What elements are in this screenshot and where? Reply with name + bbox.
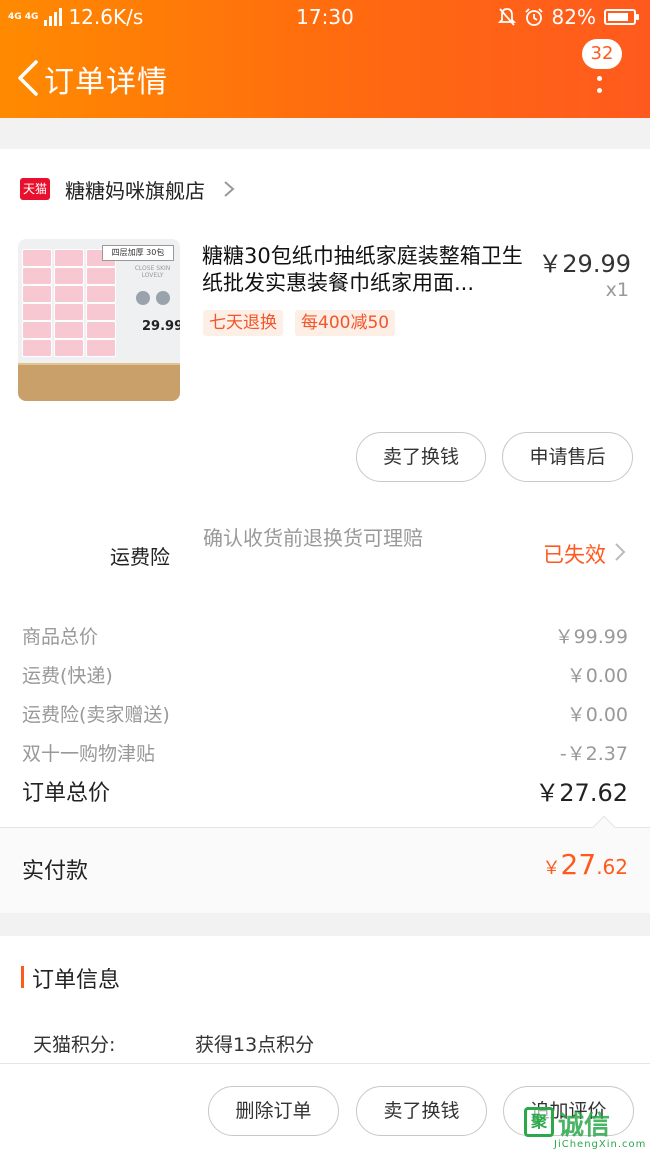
tissue-pack [54, 321, 84, 339]
product-tags: 七天退换 每400减50 [203, 310, 396, 336]
tag-seven-day-return: 七天退换 [203, 310, 283, 336]
fee-value: -￥2.37 [559, 743, 628, 765]
shop-row[interactable]: 天猫 糖糖妈咪旗舰店 [20, 174, 235, 204]
more-dots-icon [597, 64, 603, 100]
app-header: 4G 4G 12.6K/s 17:30 82% 订单详情 32 [0, 0, 650, 118]
paid-amount-section: 实付款 ￥27.62 [0, 815, 650, 913]
fee-value: ￥0.00 [566, 704, 628, 726]
tissue-pack [86, 321, 116, 339]
chevron-right-icon [224, 181, 235, 197]
sell-for-cash-button[interactable]: 卖了换钱 [356, 432, 486, 482]
product-price: ￥29.99 [538, 250, 631, 278]
section-accent-bar [21, 966, 24, 988]
info-value: 获得13点积分 [195, 1034, 315, 1056]
page-title: 订单详情 [44, 65, 168, 100]
product-image-label: 四层加厚 30包 [102, 245, 174, 261]
paid-integer: 27 [560, 848, 597, 881]
product-title[interactable]: 糖糖30包纸巾抽纸家庭装整箱卫生纸批发实惠装餐巾纸家用面... [202, 243, 542, 297]
tissue-pack [22, 285, 52, 303]
delete-order-button[interactable]: 删除订单 [208, 1086, 339, 1136]
nav-bar: 订单详情 32 [0, 39, 650, 116]
fee-label: 商品总价 [22, 626, 99, 648]
tissue-pack [22, 339, 52, 357]
shipping-insurance-status[interactable]: 已失效 [543, 539, 606, 569]
paid-label: 实付款 [22, 859, 89, 884]
add-review-button[interactable]: 追加评价 [503, 1086, 634, 1136]
order-total-label: 订单总价 [22, 781, 111, 806]
paid-notch [592, 815, 616, 839]
shipping-insurance-description: 确认收货前退换货可理赔 [203, 526, 423, 550]
tissue-pack [54, 267, 84, 285]
fee-label: 双十一购物津贴 [22, 743, 156, 765]
tissue-pack [54, 339, 84, 357]
chevron-right-icon[interactable] [614, 543, 626, 561]
tissue-pack [22, 267, 52, 285]
tissue-pack [54, 285, 84, 303]
mute-icon [497, 8, 516, 26]
product-image-icons [136, 291, 170, 305]
back-arrow-icon[interactable] [14, 58, 44, 98]
paid-decimal: .62 [596, 855, 628, 879]
status-bar: 4G 4G 12.6K/s 17:30 82% [0, 0, 650, 36]
tissue-pack [86, 267, 116, 285]
battery-fill [608, 13, 628, 21]
info-label: 天猫积分: [33, 1034, 116, 1056]
bottom-action-bar: 删除订单 卖了换钱 追加评价 聚 诚信 JiChengXin.com [0, 1063, 650, 1155]
product-image-shelf [18, 365, 180, 401]
status-right: 82% [497, 5, 639, 29]
alarm-icon [524, 8, 543, 26]
battery-icon [604, 9, 639, 25]
apply-after-sale-button[interactable]: 申请售后 [502, 432, 633, 482]
product-image-price: 29.99 [142, 319, 180, 334]
tissue-pack [86, 285, 116, 303]
fee-value: ￥0.00 [566, 665, 628, 687]
tissue-pack [54, 303, 84, 321]
sell-for-cash-button[interactable]: 卖了换钱 [356, 1086, 487, 1136]
paid-currency: ￥ [542, 858, 561, 879]
tissue-pack [86, 339, 116, 357]
fee-value: ￥99.99 [554, 626, 628, 648]
battery-percent: 82% [551, 5, 596, 29]
order-card: 天猫 糖糖妈咪旗舰店 四层加厚 30包 CLOSE SKIN LOVELY 29… [0, 149, 650, 913]
tag-discount: 每400减50 [295, 310, 396, 336]
tissue-pack [54, 249, 84, 267]
product-image-subtext: CLOSE SKIN LOVELY [134, 265, 171, 279]
tmall-logo-icon: 天猫 [20, 178, 50, 200]
fee-label: 运费(快递) [22, 665, 113, 687]
more-menu-button[interactable]: 32 [578, 39, 628, 110]
product-image[interactable]: 四层加厚 30包 CLOSE SKIN LOVELY 29.99 [18, 239, 180, 401]
paid-amount: ￥27.62 [543, 848, 628, 881]
tissue-pack [22, 321, 52, 339]
shop-name: 糖糖妈咪旗舰店 [65, 178, 205, 203]
product-quantity: x1 [605, 279, 629, 301]
order-total-value: ￥27.62 [535, 779, 628, 807]
tissue-pack [86, 303, 116, 321]
tissue-pack [22, 249, 52, 267]
tissue-pack [22, 303, 52, 321]
tissue-packs-graphic [22, 249, 122, 359]
shipping-insurance-label: 运费险 [110, 545, 170, 569]
fee-label: 运费险(卖家赠送) [22, 704, 170, 726]
watermark-url: JiChengXin.com [554, 1139, 647, 1150]
order-info-title: 订单信息 [32, 968, 121, 993]
